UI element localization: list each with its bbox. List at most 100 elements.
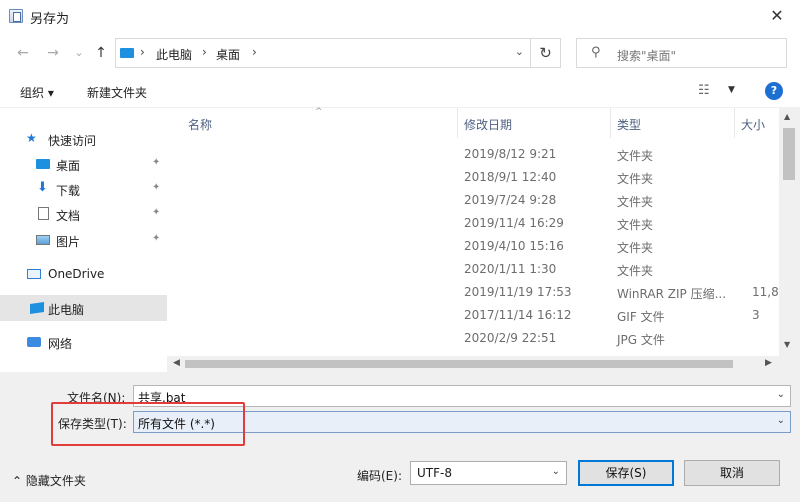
column-divider[interactable]	[610, 108, 611, 138]
cancel-button[interactable]: 取消	[684, 460, 780, 486]
column-divider[interactable]	[457, 108, 458, 138]
sidebar-item-desktop[interactable]: 桌面 ✦	[0, 151, 167, 177]
sidebar-item-quick-access[interactable]: ★ 快速访问	[0, 126, 167, 152]
column-header-type[interactable]: 类型	[617, 116, 641, 133]
sidebar-item-label: 桌面	[56, 159, 81, 173]
sidebar-item-this-pc[interactable]: 此电脑	[0, 295, 167, 321]
breadcrumb-separator[interactable]: ›	[202, 45, 207, 59]
new-folder-button[interactable]: 新建文件夹	[87, 84, 147, 101]
forward-arrow-icon[interactable]: →	[42, 42, 64, 64]
date-modified-cell: 2019/7/24 9:28	[464, 193, 557, 207]
breadcrumb-desktop[interactable]: 桌面	[216, 46, 240, 63]
sidebar-item-label: 快速访问	[48, 134, 97, 148]
hide-folders-toggle[interactable]: ⌃ 隐藏文件夹	[12, 472, 86, 489]
column-divider[interactable]	[734, 108, 735, 138]
vertical-scroll-thumb[interactable]	[783, 128, 795, 180]
column-headers: ^ 名称 修改日期 类型 大小	[167, 107, 800, 138]
vertical-scrollbar[interactable]: ▲ ▼	[779, 108, 800, 356]
address-dropdown-icon[interactable]: ⌄	[515, 45, 524, 58]
star-icon: ★	[26, 131, 37, 145]
pin-icon[interactable]: ✦	[152, 157, 160, 168]
date-modified-cell: 2019/11/4 16:29	[464, 216, 564, 230]
type-cell: 文件夹	[617, 218, 654, 232]
table-row[interactable]: 2018/9/1 12:40 文件夹	[167, 166, 779, 189]
horizontal-scroll-thumb[interactable]	[185, 360, 733, 368]
type-cell: 文件夹	[617, 172, 654, 186]
download-icon: ⬇	[37, 180, 48, 195]
column-header-size[interactable]: 大小	[741, 116, 765, 133]
save-type-dropdown-icon[interactable]: ⌄	[777, 415, 785, 426]
size-cell: 11,8	[752, 285, 779, 299]
pin-icon[interactable]: ✦	[152, 182, 160, 193]
pin-icon[interactable]: ✦	[152, 233, 160, 244]
encoding-select[interactable]: UTF-8 ⌄	[410, 461, 567, 485]
sidebar-item-label: 文档	[56, 209, 81, 223]
scroll-right-icon[interactable]: ▶	[765, 358, 772, 368]
sidebar-item-documents[interactable]: 文档 ✦	[0, 201, 167, 227]
network-icon	[27, 337, 41, 347]
navigation-pane: ★ 快速访问 桌面 ✦ ⬇ 下载 ✦ 文档 ✦ 图片 ✦ OneDrive 此电…	[0, 108, 167, 372]
horizontal-scrollbar[interactable]: ◀ ▶	[167, 356, 800, 372]
table-row[interactable]: 2019/11/4 16:29 文件夹	[167, 212, 779, 235]
view-dropdown-icon[interactable]: ▼	[728, 85, 735, 95]
sidebar-item-onedrive[interactable]: OneDrive	[0, 261, 167, 287]
encoding-value[interactable]: UTF-8	[417, 466, 452, 480]
table-row[interactable]: 2019/11/19 17:53 WinRAR ZIP 压缩... 11,8	[167, 281, 779, 304]
help-icon[interactable]: ?	[765, 82, 783, 100]
date-modified-cell: 2018/9/1 12:40	[464, 170, 557, 184]
pin-icon[interactable]: ✦	[152, 207, 160, 218]
onedrive-icon	[27, 269, 41, 279]
sidebar-item-label: 下载	[56, 184, 81, 198]
up-arrow-icon[interactable]: ↑	[90, 42, 112, 64]
type-cell: GIF 文件	[617, 310, 665, 324]
sidebar-item-pictures[interactable]: 图片 ✦	[0, 227, 167, 253]
window-title: 另存为	[30, 12, 70, 27]
sidebar-item-label: 网络	[48, 337, 73, 351]
breadcrumb-this-pc[interactable]: 此电脑	[156, 46, 192, 63]
back-arrow-icon[interactable]: ←	[12, 42, 34, 64]
recent-locations-chevron-icon[interactable]: ⌄	[68, 42, 90, 64]
date-modified-cell: 2020/2/9 22:51	[464, 331, 557, 345]
document-icon	[38, 207, 49, 220]
search-box[interactable]: ⚲ 搜索"桌面"	[576, 38, 787, 68]
pictures-icon	[36, 235, 50, 245]
breadcrumb-separator[interactable]: ›	[252, 45, 257, 59]
type-cell: 文件夹	[617, 195, 654, 209]
table-row[interactable]: 2017/11/14 16:12 GIF 文件 3	[167, 304, 779, 327]
highlight-box	[51, 402, 245, 446]
save-as-icon	[9, 9, 23, 23]
save-button[interactable]: 保存(S)	[578, 460, 674, 486]
scroll-up-icon[interactable]: ▲	[784, 112, 790, 121]
column-header-date-modified[interactable]: 修改日期	[464, 116, 512, 133]
computer-icon	[120, 48, 134, 58]
scroll-down-icon[interactable]: ▼	[784, 340, 790, 349]
table-row[interactable]: 2019/8/12 9:21 文件夹	[167, 143, 779, 166]
table-row[interactable]: 2020/1/11 1:30 文件夹	[167, 258, 779, 281]
refresh-icon[interactable]: ↻	[531, 38, 561, 68]
scroll-left-icon[interactable]: ◀	[173, 358, 180, 368]
column-header-name[interactable]: 名称	[188, 116, 212, 133]
sidebar-item-label: OneDrive	[48, 267, 105, 281]
title-bar: 另存为 ✕	[0, 0, 800, 32]
date-modified-cell: 2020/1/11 1:30	[464, 262, 557, 276]
computer-icon	[30, 302, 44, 314]
close-icon[interactable]: ✕	[754, 0, 800, 32]
date-modified-cell: 2019/4/10 15:16	[464, 239, 564, 253]
table-row[interactable]: 2020/2/9 22:51 JPG 文件	[167, 327, 779, 350]
sidebar-item-network[interactable]: 网络	[0, 329, 167, 355]
date-modified-cell: 2017/11/14 16:12	[464, 308, 572, 322]
address-bar[interactable]: › 此电脑 › 桌面 › ⌄	[115, 38, 531, 68]
search-placeholder[interactable]: 搜索"桌面"	[617, 47, 676, 64]
file-list: ^ 名称 修改日期 类型 大小 2019/8/12 9:21 文件夹 2018/…	[167, 107, 800, 372]
breadcrumb-separator[interactable]: ›	[140, 45, 145, 59]
table-row[interactable]: 2019/7/24 9:28 文件夹	[167, 189, 779, 212]
view-options-icon[interactable]: ☷	[698, 83, 710, 98]
size-cell: 3	[752, 308, 760, 322]
encoding-dropdown-icon[interactable]: ⌄	[552, 466, 560, 477]
organize-button[interactable]: 组织 ▾	[20, 84, 54, 101]
filename-dropdown-icon[interactable]: ⌄	[777, 389, 785, 400]
table-row[interactable]: 2019/4/10 15:16 文件夹	[167, 235, 779, 258]
type-cell: 文件夹	[617, 241, 654, 255]
command-toolbar: 组织 ▾ 新建文件夹 ☷ ▼ ?	[0, 74, 800, 108]
sidebar-item-downloads[interactable]: ⬇ 下载 ✦	[0, 176, 167, 202]
